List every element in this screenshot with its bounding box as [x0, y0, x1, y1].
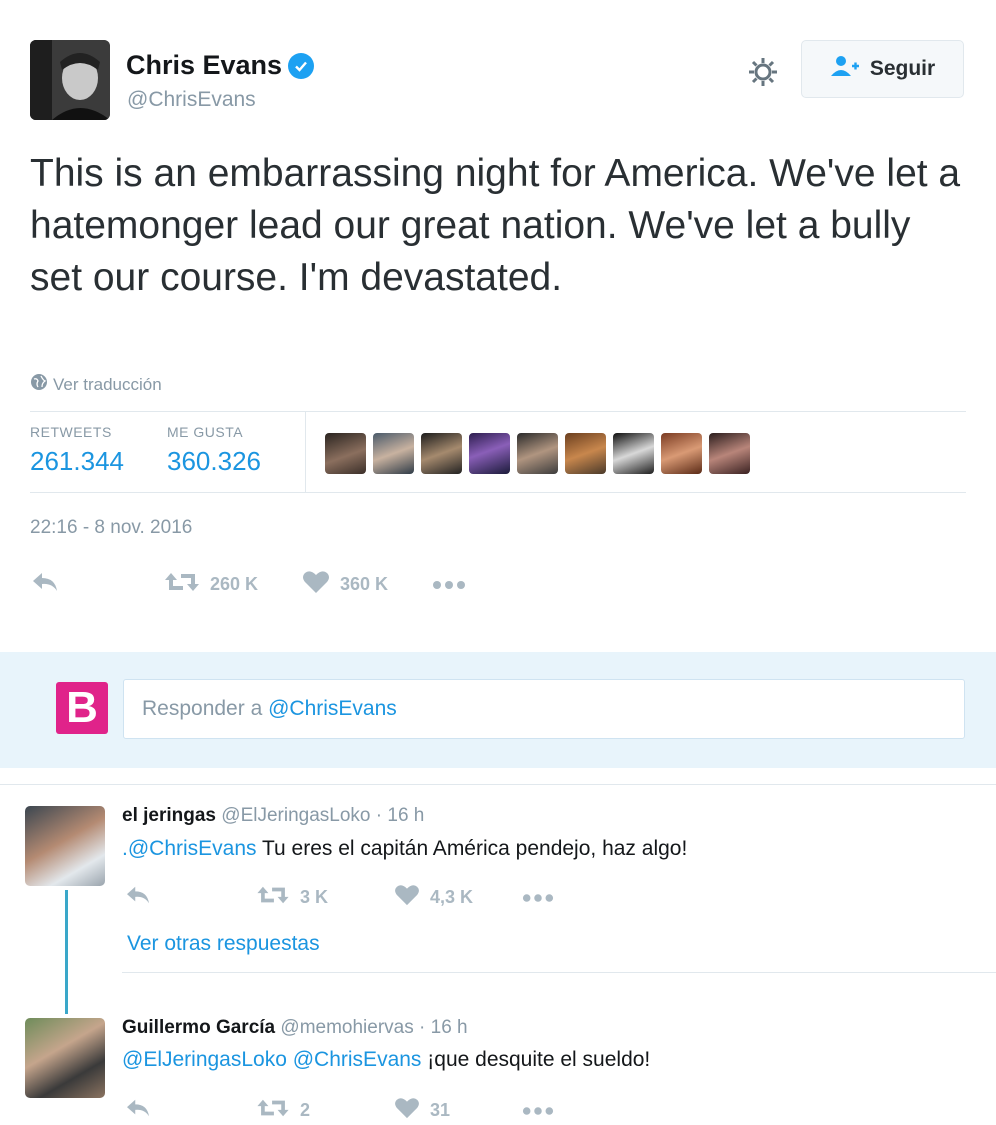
- reply-text: @ElJeringasLoko @ChrisEvans ¡que desquit…: [122, 1048, 650, 1072]
- retweet-icon: [164, 570, 200, 599]
- follow-label: Seguir: [869, 57, 936, 80]
- like-count: 31: [430, 1100, 451, 1120]
- reply-author-handle[interactable]: @ElJeringasLoko: [221, 805, 370, 826]
- retweets-value: 261.344: [30, 446, 124, 476]
- gear-icon[interactable]: [746, 55, 780, 89]
- liker-avatar[interactable]: [613, 433, 654, 474]
- reply-input[interactable]: Responder a @ChrisEvans: [123, 679, 965, 739]
- reply-icon: [124, 884, 152, 911]
- retweet-count: 3 K: [300, 887, 329, 907]
- reply-header: el jeringas @ElJeringasLoko · 16 h: [122, 805, 424, 827]
- translate-link[interactable]: Ver traducción: [30, 373, 162, 396]
- author-name[interactable]: Chris Evans: [126, 50, 282, 81]
- tweet-actions: 260 K 360 K: [30, 570, 466, 599]
- translate-label: Ver traducción: [53, 374, 162, 394]
- more-options-button[interactable]: [432, 574, 466, 595]
- reply-placeholder-prefix: Responder a: [142, 697, 269, 720]
- retweet-count: 2: [300, 1100, 311, 1120]
- tweet-timestamp[interactable]: 22:16 - 8 nov. 2016: [30, 517, 192, 539]
- likes-label: ME GUSTA: [167, 424, 244, 440]
- liker-avatar[interactable]: [421, 433, 462, 474]
- more-icon: [522, 1100, 554, 1121]
- liker-avatar[interactable]: [709, 433, 750, 474]
- author-name-row: Chris Evans: [126, 50, 315, 81]
- reply-author-name[interactable]: el jeringas: [122, 805, 216, 826]
- tweet-text: This is an embarrassing night for Americ…: [30, 152, 961, 299]
- reply-placeholder-mention: @ChrisEvans: [268, 697, 397, 720]
- reply-actions: 3 K 4,3 K: [124, 884, 554, 911]
- likes-value: 360.326: [167, 446, 261, 476]
- divider: [30, 492, 966, 493]
- follow-button[interactable]: Seguir: [801, 40, 964, 98]
- liker-avatar[interactable]: [565, 433, 606, 474]
- reply-author-handle[interactable]: @memohiervas: [280, 1017, 413, 1038]
- heart-icon: [394, 1097, 420, 1124]
- heart-icon: [394, 884, 420, 911]
- like-button[interactable]: 4,3 K: [394, 884, 522, 911]
- reply-actions: 2 31: [124, 1097, 554, 1124]
- retweets-stat[interactable]: RETWEETS 261.344: [30, 424, 124, 477]
- reply-mention[interactable]: .@ChrisEvans: [122, 837, 257, 860]
- reply-icon: [30, 570, 60, 599]
- globe-icon: [30, 373, 48, 396]
- reply-button[interactable]: [124, 884, 256, 911]
- reply-author-name[interactable]: Guillermo García: [122, 1017, 275, 1038]
- liker-avatar[interactable]: [661, 433, 702, 474]
- more-options-button[interactable]: [522, 1100, 554, 1121]
- retweet-icon: [256, 884, 290, 911]
- divider: [30, 411, 966, 412]
- verified-badge-icon: [288, 52, 315, 79]
- likes-stat[interactable]: ME GUSTA 360.326: [167, 424, 261, 477]
- like-button[interactable]: 31: [394, 1097, 522, 1124]
- more-icon: [522, 887, 554, 908]
- logo-letter: B: [66, 683, 98, 732]
- more-replies-link[interactable]: Ver otras respuestas: [127, 932, 320, 956]
- retweets-label: RETWEETS: [30, 424, 112, 440]
- reply-avatar[interactable]: [25, 1018, 105, 1098]
- author-avatar-image: [30, 40, 110, 120]
- like-button[interactable]: 360 K: [302, 570, 432, 599]
- current-user-logo[interactable]: B: [56, 682, 108, 734]
- like-count: 4,3 K: [430, 887, 474, 907]
- more-options-button[interactable]: [522, 887, 554, 908]
- reply-time[interactable]: · 16 h: [419, 1017, 468, 1038]
- divider: [122, 972, 996, 973]
- add-user-icon: [830, 55, 860, 83]
- liker-avatar[interactable]: [373, 433, 414, 474]
- divider: [0, 784, 996, 785]
- author-handle[interactable]: @ChrisEvans: [127, 88, 256, 112]
- reply-header: Guillermo García @memohiervas · 16 h: [122, 1017, 468, 1039]
- reply-time[interactable]: · 16 h: [376, 805, 425, 826]
- stats-divider: [305, 412, 306, 492]
- more-icon: [432, 574, 466, 595]
- liker-avatar[interactable]: [469, 433, 510, 474]
- retweet-button[interactable]: 3 K: [256, 884, 394, 911]
- author-avatar[interactable]: [30, 40, 110, 120]
- reply-button[interactable]: [124, 1097, 256, 1124]
- retweet-icon: [256, 1097, 290, 1124]
- like-count: 360 K: [340, 574, 389, 594]
- liker-avatar[interactable]: [325, 433, 366, 474]
- reply-body: Tu eres el capitán América pendejo, haz …: [256, 837, 688, 860]
- reply-button[interactable]: [30, 570, 164, 599]
- retweet-button[interactable]: 2: [256, 1097, 394, 1124]
- likers-avatars: [325, 433, 750, 474]
- retweet-count: 260 K: [210, 574, 259, 594]
- thread-connector-line: [65, 890, 68, 1014]
- reply-mention[interactable]: @ElJeringasLoko @ChrisEvans: [122, 1048, 421, 1071]
- reply-icon: [124, 1097, 152, 1124]
- reply-avatar[interactable]: [25, 806, 105, 886]
- reply-body: ¡que desquite el sueldo!: [421, 1048, 651, 1071]
- heart-icon: [302, 570, 330, 599]
- liker-avatar[interactable]: [517, 433, 558, 474]
- reply-text: .@ChrisEvans Tu eres el capitán América …: [122, 837, 687, 861]
- retweet-button[interactable]: 260 K: [164, 570, 302, 599]
